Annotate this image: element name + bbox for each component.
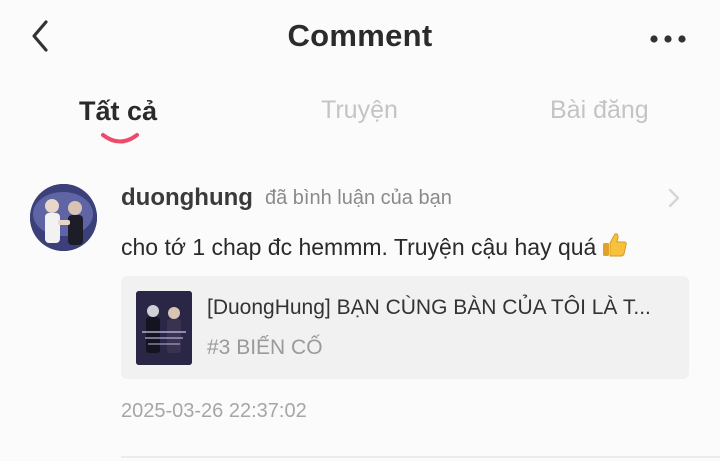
story-preview-card[interactable]: [DuongHung] BẠN CÙNG BÀN CỦA TÔI LÀ T...… (121, 276, 689, 379)
tab-stories[interactable]: Truyện (321, 96, 398, 125)
chevron-right-icon[interactable] (664, 184, 684, 212)
avatar-image (30, 184, 97, 251)
active-tab-indicator (101, 133, 139, 144)
story-chapter: #3 BIẾN CỐ (207, 336, 323, 359)
thumbs-up-icon (600, 231, 628, 259)
divider (121, 456, 720, 458)
page-title: Comment (287, 18, 433, 53)
avatar[interactable] (30, 184, 97, 251)
tab-all[interactable]: Tất cả (79, 96, 157, 127)
comment-notification[interactable]: duonghung đã bình luận của bạn cho tớ 1 … (0, 170, 720, 461)
filter-tabs: Tất cả Truyện Bài đăng (0, 88, 720, 158)
more-options-button[interactable] (644, 24, 692, 54)
tab-posts[interactable]: Bài đăng (550, 96, 649, 125)
top-bar: Comment (0, 0, 720, 76)
notification-action-text: đã bình luận của bạn (265, 187, 452, 209)
comment-body: cho tớ 1 chap đc hemmm. Truyện cậu hay q… (121, 231, 628, 261)
story-title: [DuongHung] BẠN CÙNG BÀN CỦA TÔI LÀ T... (207, 296, 651, 319)
comment-text: cho tớ 1 chap đc hemmm. Truyện cậu hay q… (121, 234, 597, 260)
more-dots-icon (650, 35, 686, 43)
username[interactable]: duonghung (121, 184, 253, 212)
story-cover-image (136, 291, 192, 365)
timestamp: 2025-03-26 22:37:02 (121, 400, 307, 422)
